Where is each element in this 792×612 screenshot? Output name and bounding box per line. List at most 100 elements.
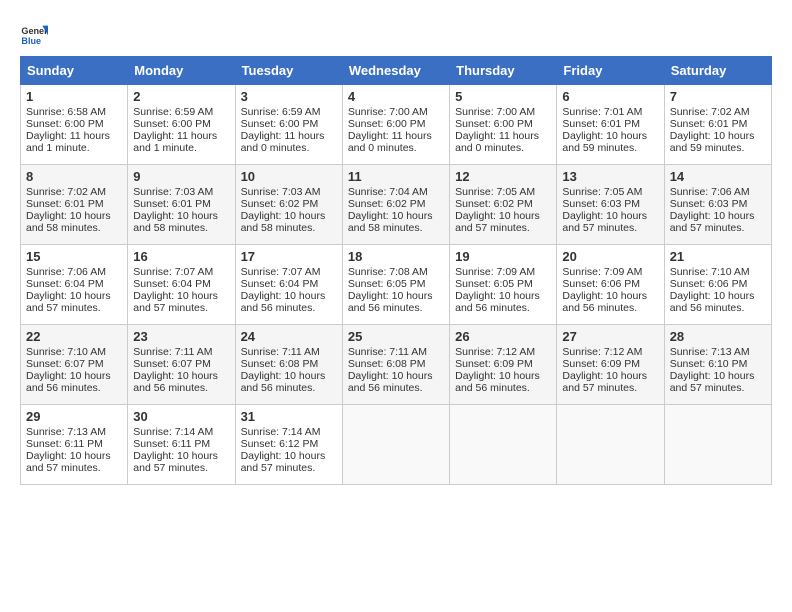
sunrise-text: Sunrise: 7:01 AM [562,106,642,118]
calendar-day-cell: 19Sunrise: 7:09 AMSunset: 6:05 PMDayligh… [450,245,557,325]
daylight-text: Daylight: 10 hours and 56 minutes. [670,290,755,314]
day-number: 15 [26,249,122,264]
daylight-text: Daylight: 10 hours and 56 minutes. [455,370,540,394]
weekday-header: Thursday [450,57,557,85]
day-number: 22 [26,329,122,344]
calendar-day-cell: 31Sunrise: 7:14 AMSunset: 6:12 PMDayligh… [235,405,342,485]
daylight-text: Daylight: 10 hours and 57 minutes. [133,450,218,474]
daylight-text: Daylight: 10 hours and 57 minutes. [670,370,755,394]
calendar-day-cell: 6 Sunrise: 7:01 AMSunset: 6:01 PMDaylight… [557,85,664,165]
sunrise-text: Sunrise: 7:05 AM [455,186,535,198]
day-number: 18 [348,249,444,264]
sunrise-text: Sunrise: 7:11 AM [348,346,427,358]
sunrise-text: Sunrise: 6:58 AM [26,106,106,118]
day-number: 6 [562,89,658,104]
calendar-day-cell: 25Sunrise: 7:11 AMSunset: 6:08 PMDayligh… [342,325,449,405]
daylight-text: Daylight: 10 hours and 59 minutes. [562,130,647,154]
sunrise-text: Sunrise: 7:09 AM [455,266,535,278]
day-number: 5 [455,89,551,104]
generalblue-logo-icon: General Blue [20,20,48,48]
calendar-day-cell: 9Sunrise: 7:03 AMSunset: 6:01 PMDaylight… [128,165,235,245]
sunset-text: Sunset: 6:03 PM [670,198,748,210]
daylight-text: Daylight: 10 hours and 57 minutes. [26,450,111,474]
weekday-header: Monday [128,57,235,85]
calendar-day-cell: 13Sunrise: 7:05 AMSunset: 6:03 PMDayligh… [557,165,664,245]
sunrise-text: Sunrise: 6:59 AM [241,106,321,118]
daylight-text: Daylight: 11 hours and 0 minutes. [455,130,539,154]
calendar-day-cell: 7 Sunrise: 7:02 AMSunset: 6:01 PMDaylight… [664,85,771,165]
calendar-day-cell: 15Sunrise: 7:06 AMSunset: 6:04 PMDayligh… [21,245,128,325]
sunset-text: Sunset: 6:01 PM [670,118,748,130]
daylight-text: Daylight: 10 hours and 58 minutes. [133,210,218,234]
calendar-day-cell: 22Sunrise: 7:10 AMSunset: 6:07 PMDayligh… [21,325,128,405]
day-number: 27 [562,329,658,344]
daylight-text: Daylight: 10 hours and 56 minutes. [241,290,326,314]
calendar-table: SundayMondayTuesdayWednesdayThursdayFrid… [20,56,772,485]
sunrise-text: Sunrise: 7:13 AM [670,346,750,358]
sunset-text: Sunset: 6:00 PM [241,118,319,130]
daylight-text: Daylight: 10 hours and 58 minutes. [26,210,111,234]
sunrise-text: Sunrise: 7:11 AM [133,346,212,358]
daylight-text: Daylight: 10 hours and 57 minutes. [455,210,540,234]
daylight-text: Daylight: 10 hours and 56 minutes. [133,370,218,394]
calendar-day-cell: 1Sunrise: 6:58 AMSunset: 6:00 PMDaylight… [21,85,128,165]
day-number: 19 [455,249,551,264]
daylight-text: Daylight: 11 hours and 1 minute. [133,130,217,154]
day-number: 2 [133,89,229,104]
daylight-text: Daylight: 10 hours and 56 minutes. [562,290,647,314]
daylight-text: Daylight: 10 hours and 57 minutes. [670,210,755,234]
sunset-text: Sunset: 6:12 PM [241,438,319,450]
sunset-text: Sunset: 6:06 PM [670,278,748,290]
sunset-text: Sunset: 6:08 PM [241,358,319,370]
calendar-day-cell: 8Sunrise: 7:02 AMSunset: 6:01 PMDaylight… [21,165,128,245]
sunrise-text: Sunrise: 7:07 AM [241,266,321,278]
sunrise-text: Sunrise: 7:02 AM [670,106,750,118]
calendar-day-cell: 3Sunrise: 6:59 AMSunset: 6:00 PMDaylight… [235,85,342,165]
daylight-text: Daylight: 10 hours and 58 minutes. [241,210,326,234]
day-number: 7 [670,89,766,104]
calendar-day-cell: 5Sunrise: 7:00 AMSunset: 6:00 PMDaylight… [450,85,557,165]
daylight-text: Daylight: 11 hours and 0 minutes. [241,130,325,154]
daylight-text: Daylight: 10 hours and 56 minutes. [348,290,433,314]
calendar-day-cell: 10Sunrise: 7:03 AMSunset: 6:02 PMDayligh… [235,165,342,245]
sunset-text: Sunset: 6:02 PM [455,198,533,210]
calendar-day-cell: 24Sunrise: 7:11 AMSunset: 6:08 PMDayligh… [235,325,342,405]
day-number: 25 [348,329,444,344]
sunrise-text: Sunrise: 7:14 AM [133,426,213,438]
daylight-text: Daylight: 10 hours and 59 minutes. [670,130,755,154]
sunrise-text: Sunrise: 7:06 AM [670,186,750,198]
calendar-day-cell: 21Sunrise: 7:10 AMSunset: 6:06 PMDayligh… [664,245,771,325]
calendar-day-cell: 17Sunrise: 7:07 AMSunset: 6:04 PMDayligh… [235,245,342,325]
daylight-text: Daylight: 10 hours and 57 minutes. [26,290,111,314]
sunrise-text: Sunrise: 7:08 AM [348,266,428,278]
calendar-day-cell: 30 Sunrise: 7:14 AMSunset: 6:11 PMDayligh… [128,405,235,485]
sunrise-text: Sunrise: 7:09 AM [562,266,642,278]
calendar-day-cell: 23Sunrise: 7:11 AMSunset: 6:07 PMDayligh… [128,325,235,405]
day-number: 23 [133,329,229,344]
sunset-text: Sunset: 6:11 PM [133,438,210,450]
sunset-text: Sunset: 6:09 PM [455,358,533,370]
sunset-text: Sunset: 6:04 PM [26,278,104,290]
sunset-text: Sunset: 6:04 PM [133,278,211,290]
day-number: 9 [133,169,229,184]
sunset-text: Sunset: 6:01 PM [26,198,104,210]
daylight-text: Daylight: 11 hours and 0 minutes. [348,130,432,154]
sunset-text: Sunset: 6:01 PM [562,118,640,130]
day-number: 4 [348,89,444,104]
day-number: 20 [562,249,658,264]
day-number: 1 [26,89,122,104]
calendar-day-cell [664,405,771,485]
calendar-day-cell [342,405,449,485]
sunset-text: Sunset: 6:00 PM [455,118,533,130]
sunset-text: Sunset: 6:05 PM [348,278,426,290]
sunrise-text: Sunrise: 7:11 AM [241,346,320,358]
sunset-text: Sunset: 6:08 PM [348,358,426,370]
calendar-week-row: 8Sunrise: 7:02 AMSunset: 6:01 PMDaylight… [21,165,772,245]
daylight-text: Daylight: 10 hours and 57 minutes. [562,370,647,394]
day-number: 29 [26,409,122,424]
calendar-day-cell: 2Sunrise: 6:59 AMSunset: 6:00 PMDaylight… [128,85,235,165]
calendar-day-cell: 27Sunrise: 7:12 AMSunset: 6:09 PMDayligh… [557,325,664,405]
daylight-text: Daylight: 10 hours and 57 minutes. [562,210,647,234]
day-number: 30 [133,409,229,424]
sunrise-text: Sunrise: 7:14 AM [241,426,321,438]
